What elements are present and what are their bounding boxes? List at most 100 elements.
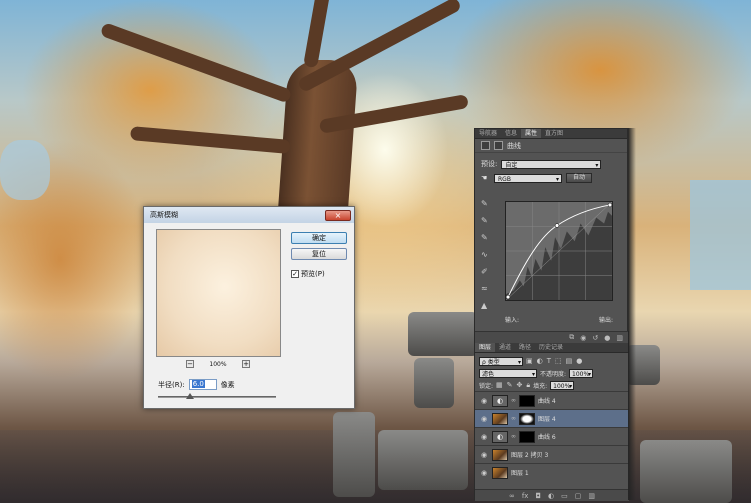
layer-name: 图层 2 拷贝 3 xyxy=(511,452,549,459)
preset-select[interactable]: 自定 xyxy=(501,159,602,170)
filter-toggle-icon[interactable]: ● xyxy=(576,357,582,365)
tab-history[interactable]: 历史记录 xyxy=(535,343,567,352)
close-button[interactable]: × xyxy=(325,209,351,221)
tree-branch xyxy=(129,126,291,154)
pencil-icon[interactable]: ✐ xyxy=(481,267,493,276)
zoom-level: 100% xyxy=(209,360,227,368)
link-icon: ∞ xyxy=(511,433,516,440)
new-adjustment-icon[interactable]: ◐ xyxy=(548,492,554,500)
link-layers-icon[interactable]: ∞ xyxy=(509,492,515,500)
smart-filter-icon[interactable]: ▤ xyxy=(566,357,573,365)
reset-icon[interactable]: ↺ xyxy=(592,334,598,342)
tab-paths[interactable]: 路径 xyxy=(515,343,535,352)
curves-graph[interactable] xyxy=(505,201,613,301)
radius-row: 半径(R): 6.0 像素 xyxy=(158,379,235,390)
view-previous-icon[interactable]: ◉ xyxy=(580,334,586,342)
reset-button[interactable]: 复位 xyxy=(291,248,347,260)
smooth-icon[interactable]: ≈ xyxy=(481,284,493,293)
lock-position-icon[interactable]: ✥ xyxy=(517,381,523,390)
tab-layers[interactable]: 图层 xyxy=(475,343,496,352)
properties-tabs: 导航器 信息 属性 直方图 xyxy=(475,129,627,139)
blend-mode-select[interactable]: 滤色 xyxy=(479,368,537,379)
filter-kind-select[interactable]: ρ 类型 xyxy=(479,356,523,367)
filter-row: ρ 类型 ▣ ◐ T ⬚ ▤ ● xyxy=(475,355,629,367)
panel-shadow xyxy=(628,128,636,500)
visibility-icon[interactable]: ● xyxy=(604,334,610,342)
eye-icon[interactable]: ◉ xyxy=(479,469,489,477)
curves-adjust-icon[interactable] xyxy=(481,141,490,150)
curve-point[interactable] xyxy=(506,294,511,300)
layer-name: 图层 1 xyxy=(511,470,529,477)
curve-point[interactable] xyxy=(607,202,612,208)
tab-info[interactable]: 信息 xyxy=(501,129,521,138)
hand-icon[interactable]: ☚ xyxy=(481,174,490,182)
ok-button[interactable]: 确定 xyxy=(291,232,347,244)
new-layer-icon[interactable]: ▢ xyxy=(575,492,582,500)
zoom-in-button[interactable]: + xyxy=(242,360,250,368)
eyedropper-black-icon[interactable]: ✎ xyxy=(481,199,493,208)
layer-mask-thumb xyxy=(519,412,535,425)
zoom-out-button[interactable]: − xyxy=(186,360,194,368)
fill-input[interactable]: 100% xyxy=(550,380,575,391)
channel-row: ☚ RGB 自动 xyxy=(475,171,627,185)
lock-image-icon[interactable]: ✎ xyxy=(507,381,513,390)
delete-layer-icon[interactable]: ▥ xyxy=(588,492,595,500)
preview-checkbox[interactable]: ✓ xyxy=(291,270,299,278)
filter-icons: ▣ ◐ T ⬚ ▤ ● xyxy=(526,357,582,365)
zoom-controls: − 100% + xyxy=(186,360,250,368)
input-label: 输入: xyxy=(505,317,520,324)
shape-filter-icon[interactable]: ⬚ xyxy=(555,357,562,365)
preview-option[interactable]: ✓ 预览(P) xyxy=(291,269,325,279)
layer-row[interactable]: ◉ ◐ ∞ 曲线 4 xyxy=(475,391,629,409)
auto-button[interactable]: 自动 xyxy=(566,173,592,183)
stone xyxy=(408,312,478,356)
tab-histogram[interactable]: 直方图 xyxy=(541,129,567,138)
new-group-icon[interactable]: ▭ xyxy=(561,492,568,500)
add-mask-icon[interactable]: ◘ xyxy=(535,492,541,500)
opacity-input[interactable]: 100% xyxy=(569,368,594,379)
layer-row[interactable]: ◉ 图层 1 xyxy=(475,463,629,481)
sky-patch xyxy=(0,140,50,200)
trash-icon[interactable]: ▥ xyxy=(616,334,623,342)
radius-slider-track[interactable] xyxy=(158,396,276,398)
eyedropper-gray-icon[interactable]: ✎ xyxy=(481,216,493,225)
layers-footer: ∞ fx ◘ ◐ ▭ ▢ ▥ xyxy=(475,489,629,501)
eye-icon[interactable]: ◉ xyxy=(479,451,489,459)
blur-preview[interactable] xyxy=(156,229,281,357)
lock-transparent-icon[interactable]: ▦ xyxy=(496,381,503,390)
gaussian-blur-dialog: 高斯模糊 × − 100% + 确定 复位 ✓ 预览(P) 半径(R): 6.0… xyxy=(143,206,355,409)
curve-point-icon[interactable]: ∿ xyxy=(481,250,493,259)
eyedropper-white-icon[interactable]: ✎ xyxy=(481,233,493,242)
eye-icon[interactable]: ◉ xyxy=(479,415,489,423)
dialog-titlebar[interactable]: 高斯模糊 × xyxy=(144,207,354,223)
layer-name: 图层 4 xyxy=(538,416,556,423)
pixel-filter-icon[interactable]: ▣ xyxy=(526,357,533,365)
layer-name: 曲线 6 xyxy=(538,434,556,441)
clip-to-layer-icon[interactable]: ⧉ xyxy=(569,333,574,342)
tab-properties[interactable]: 属性 xyxy=(521,129,542,138)
lock-icons: ▦ ✎ ✥ 🔒︎ xyxy=(496,381,530,390)
layer-row[interactable]: ◉ ◐ ∞ 曲线 6 xyxy=(475,427,629,445)
fx-icon[interactable]: fx xyxy=(522,492,529,500)
radius-value: 6.0 xyxy=(191,380,205,388)
lock-label: 锁定: xyxy=(479,382,494,390)
sky-patch xyxy=(690,180,751,290)
eye-icon[interactable]: ◉ xyxy=(479,397,489,405)
link-icon: ∞ xyxy=(511,415,516,422)
layer-row[interactable]: ◉ 图层 2 拷贝 3 xyxy=(475,445,629,463)
adjustment-filter-icon[interactable]: ◐ xyxy=(537,357,543,365)
tab-navigator[interactable]: 导航器 xyxy=(475,129,501,138)
eye-icon[interactable]: ◉ xyxy=(479,433,489,441)
layer-thumb xyxy=(492,466,508,479)
lock-all-icon[interactable]: 🔒︎ xyxy=(526,381,530,390)
clipping-warning-icon[interactable]: ▲ xyxy=(481,301,493,310)
layer-row[interactable]: ◉ ∞ 图层 4 xyxy=(475,409,629,427)
type-filter-icon[interactable]: T xyxy=(547,357,551,365)
curve-point[interactable] xyxy=(554,223,560,228)
radius-slider-thumb[interactable] xyxy=(186,393,194,399)
layer-name: 曲线 4 xyxy=(538,398,556,405)
channel-select[interactable]: RGB xyxy=(494,173,562,184)
radius-input[interactable]: 6.0 xyxy=(188,379,217,390)
tab-channels[interactable]: 通道 xyxy=(495,343,515,352)
mask-icon[interactable] xyxy=(494,141,503,150)
